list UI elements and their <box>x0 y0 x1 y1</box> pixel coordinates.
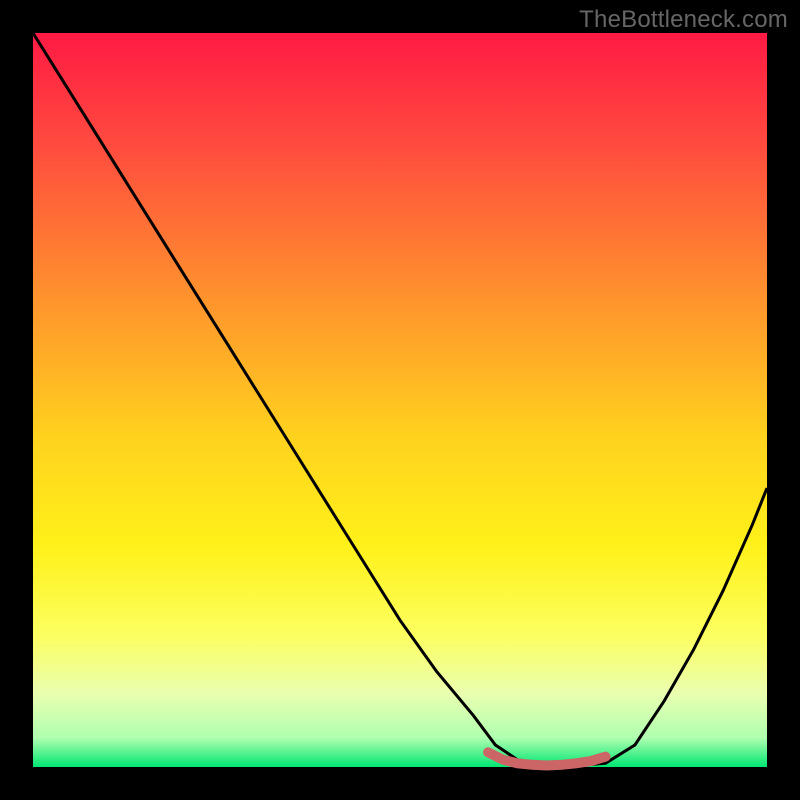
watermark-label: TheBottleneck.com <box>579 6 788 34</box>
bottleneck-chart <box>0 0 800 800</box>
chart-container: TheBottleneck.com <box>0 0 800 800</box>
chart-background-gradient <box>33 33 767 767</box>
